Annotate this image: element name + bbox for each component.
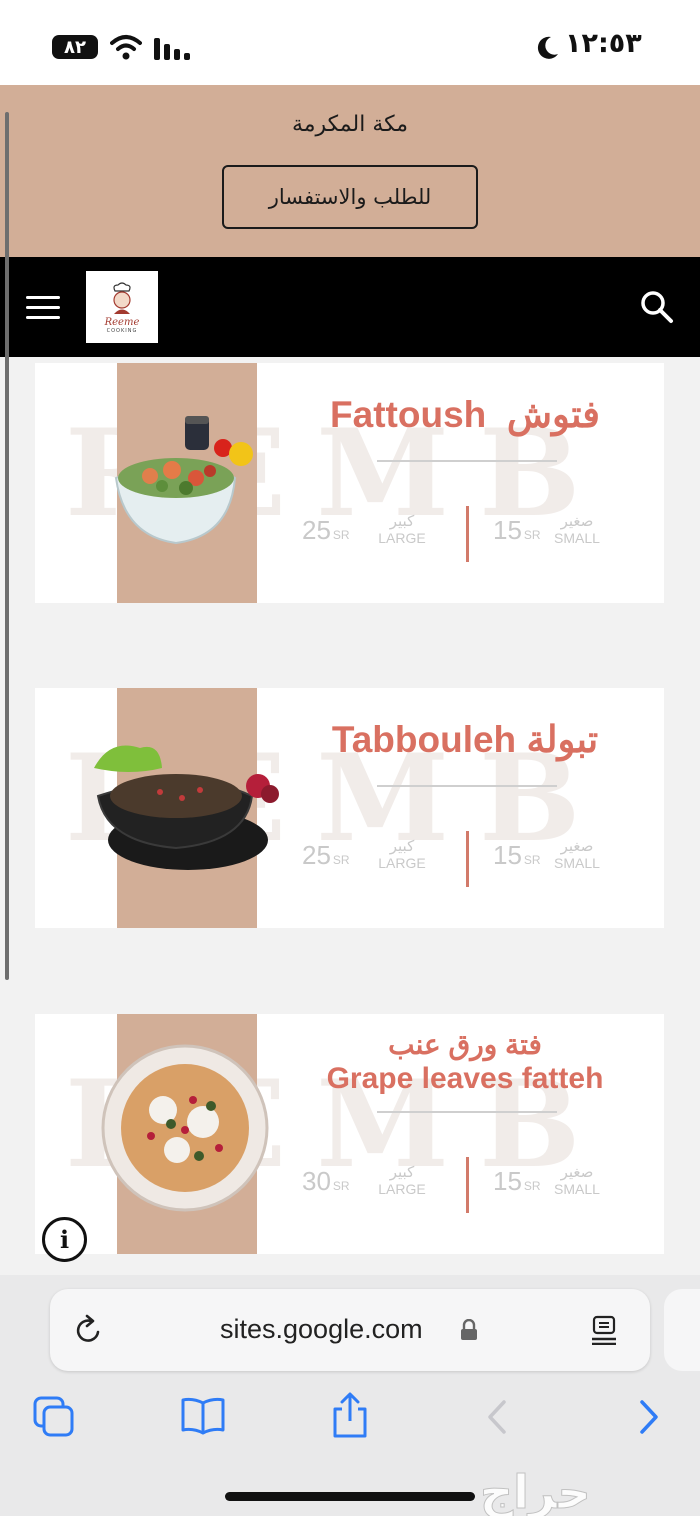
- small-price: 15 SR: [493, 515, 541, 545]
- wifi-icon: [110, 35, 142, 60]
- forward-icon[interactable]: [636, 1399, 662, 1435]
- browser-toolbar: sites.google.com حراج: [0, 1275, 700, 1516]
- bookmarks-icon[interactable]: [180, 1397, 226, 1435]
- clock: ١٢:٥٣: [565, 28, 642, 59]
- large-label: كبير LARGE: [378, 1163, 426, 1197]
- dish-title-ar: فتة ورق عنب: [388, 1029, 542, 1060]
- large-price: 25 SR: [302, 515, 350, 545]
- share-icon[interactable]: [330, 1391, 370, 1439]
- order-inquiry-button[interactable]: للطلب والاستفسار: [222, 165, 478, 229]
- divider: [377, 785, 557, 787]
- address-bar[interactable]: sites.google.com: [50, 1289, 650, 1371]
- tabs-icon[interactable]: [32, 1395, 76, 1439]
- divider: [377, 1111, 557, 1113]
- price-separator: [466, 506, 469, 562]
- dish-title-ar: فتوش: [506, 394, 600, 435]
- city-label: مكة المكرمة: [291, 112, 409, 137]
- menu-icon[interactable]: [26, 296, 60, 320]
- price-separator: [466, 1157, 469, 1213]
- large-price: 25 SR: [302, 840, 350, 870]
- site-logo[interactable]: Reeme COOKING: [86, 271, 158, 343]
- dish-title-en: Fattoush: [330, 394, 487, 435]
- page-scrollbar[interactable]: [5, 112, 9, 980]
- large-price: 30 SR: [302, 1166, 350, 1196]
- site-header: مكة المكرمة للطلب والاستفسار: [0, 85, 700, 257]
- url-text: sites.google.com: [220, 1314, 423, 1344]
- search-icon[interactable]: [640, 290, 674, 324]
- chef-logo-icon: [113, 281, 131, 314]
- dish-title: Fattoush فتوش: [295, 393, 635, 436]
- moon-icon: [537, 36, 558, 59]
- order-button-label: للطلب والاستفسار: [268, 185, 432, 209]
- price-separator: [466, 831, 469, 887]
- small-price: 15 SR: [493, 840, 541, 870]
- back-icon[interactable]: [484, 1399, 510, 1435]
- logo-text: Reeme: [104, 316, 140, 328]
- dish-title: Tabbouleh تبولة: [295, 718, 635, 761]
- info-icon: i: [59, 1225, 70, 1254]
- large-label: كبير LARGE: [378, 512, 426, 546]
- status-bar: ٨٢ ١٢:٥٣: [0, 0, 700, 85]
- dish-title-ar: تبولة: [526, 719, 599, 760]
- home-indicator[interactable]: [225, 1492, 475, 1501]
- small-label: صغير SMALL: [554, 512, 600, 546]
- reader-icon[interactable]: [590, 1315, 618, 1345]
- fattoush-bowl-image: [114, 416, 253, 545]
- logo-subtext: COOKING: [106, 327, 138, 334]
- battery-icon: ٨٢: [52, 35, 98, 59]
- signal-icon: [154, 38, 190, 60]
- dish-title-en: Grape leaves fatteh: [326, 1062, 604, 1095]
- menu-content[interactable]: REMB Fattoush فتوش 25 SR كبير LARGE 15 SR ص…: [0, 357, 700, 1275]
- menu-card-fattoush[interactable]: REMB Fattoush فتوش 25 SR كبير LARGE 15 SR ص…: [35, 363, 664, 603]
- tabbouleh-bowl-image: [94, 745, 279, 870]
- small-price: 15 SR: [493, 1166, 541, 1196]
- small-label: صغير SMALL: [554, 1163, 600, 1197]
- divider: [377, 460, 557, 462]
- large-label: كبير LARGE: [378, 837, 426, 871]
- next-tab-preview[interactable]: [664, 1289, 700, 1371]
- menu-card-grape-leaves-fatteh[interactable]: REMB فتة ورق عنب Grape leaves fatteh 30 S…: [35, 1014, 664, 1254]
- dish-title-en: Tabbouleh: [331, 719, 517, 760]
- site-navbar: Reeme COOKING: [0, 257, 700, 357]
- small-label: صغير SMALL: [554, 837, 600, 871]
- menu-card-tabbouleh[interactable]: REMB Tabbouleh تبولة 25 SR كبير LARGE 15 SR…: [35, 688, 664, 928]
- reload-icon[interactable]: [74, 1314, 104, 1346]
- battery-level: ٨٢: [64, 36, 86, 58]
- lock-icon: [461, 1319, 477, 1340]
- fatteh-plate-image: [101, 1044, 269, 1212]
- info-button[interactable]: i: [42, 1217, 87, 1262]
- haraj-watermark: حراج: [480, 1465, 592, 1516]
